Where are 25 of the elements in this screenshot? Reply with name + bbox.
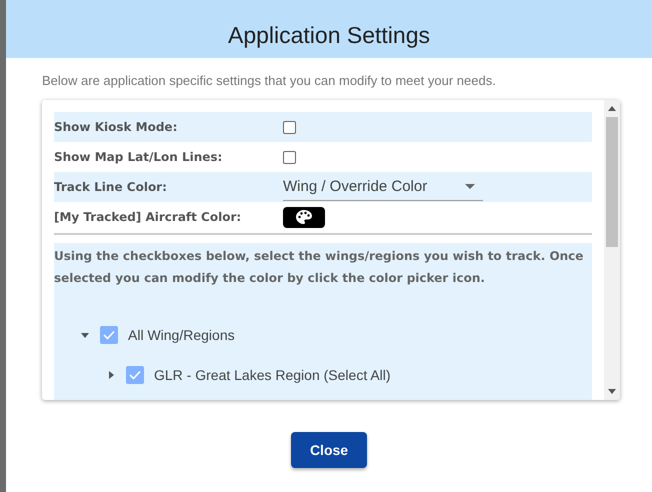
collapse-icon[interactable]	[80, 330, 90, 340]
setting-label: Show Kiosk Mode:	[54, 120, 178, 134]
color-picker-button[interactable]	[283, 206, 325, 228]
intro-text: Below are application specific settings that you can modify to meet your needs.	[42, 73, 497, 88]
caret-icon	[465, 184, 475, 189]
dialog-title: Application Settings	[228, 22, 430, 48]
checkbox[interactable]	[100, 326, 118, 344]
scrollbar-thumb[interactable]	[606, 117, 618, 247]
scroll-down-icon[interactable]	[608, 389, 616, 394]
setting-label: Track Line Color:	[54, 180, 168, 194]
scroll-up-icon[interactable]	[608, 106, 616, 111]
checkmark-icon	[129, 370, 141, 380]
checkbox[interactable]	[126, 366, 144, 384]
checkbox[interactable]	[283, 120, 296, 134]
tree-item-label[interactable]: All Wing/Regions	[128, 327, 235, 343]
checkbox[interactable]	[283, 150, 296, 164]
setting-label: Show Map Lat/Lon Lines:	[54, 150, 224, 164]
track-color-select[interactable]: Wing / Override Color	[283, 173, 483, 201]
tree-item-label[interactable]: GLR - Great Lakes Region (Select All)	[154, 367, 391, 383]
palette-icon	[295, 209, 313, 225]
expand-icon[interactable]	[106, 370, 116, 380]
close-button[interactable]: Close	[291, 432, 367, 468]
setting-label: [My Tracked] Aircraft Color:	[54, 210, 242, 224]
checkmark-icon	[103, 330, 115, 340]
instructions-text: Using the checkboxes below, select the wings/regions you wish to track. Once selected you can modify the color by click the color picker icon.	[54, 248, 584, 287]
